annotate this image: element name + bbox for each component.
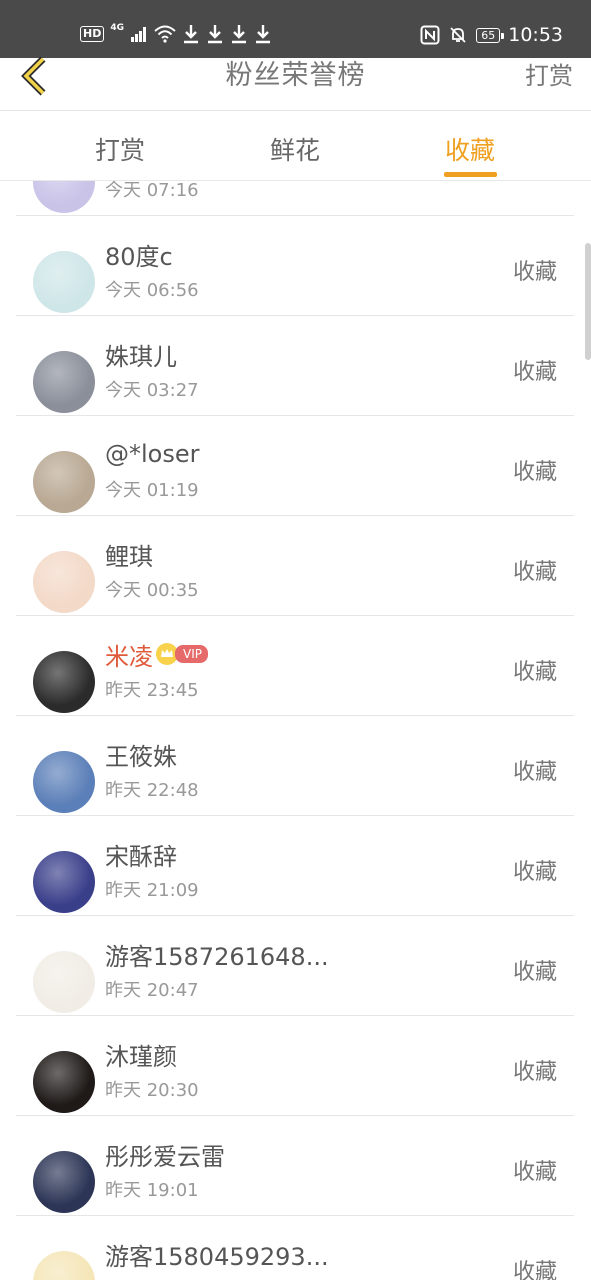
timestamp: 昨天 23:45: [105, 680, 199, 701]
app-header: 粉丝荣誉榜 打赏: [0, 56, 591, 110]
tab-indicator: [444, 172, 497, 177]
name-line: 游客1587261648...: [105, 938, 329, 971]
avatar[interactable]: [33, 651, 95, 713]
status-left: HD 4G: [80, 23, 272, 44]
action-label: 收藏: [512, 1060, 557, 1085]
list-item[interactable]: 今天 07:16: [0, 181, 591, 216]
name-line: 米凌 VIP: [105, 638, 208, 671]
user-name: 姝琪儿: [105, 342, 177, 371]
user-name: 彤彤爱云雷: [105, 1142, 225, 1171]
timestamp: 昨天 18:57: [105, 1276, 199, 1280]
timestamp: 今天 03:27: [105, 380, 199, 401]
timestamp: 昨天 22:48: [105, 780, 199, 801]
tab-reward[interactable]: 打赏: [60, 131, 180, 167]
timestamp: 今天 00:35: [105, 580, 199, 601]
tab-favorites[interactable]: 收藏: [410, 131, 530, 167]
fan-list[interactable]: 今天 07:16 80度c 今天 06:56 收藏 姝琪儿 今天 03:27 收…: [0, 181, 591, 1280]
tab-bar: 打赏 鲜花 收藏: [0, 111, 591, 179]
name-line: 80度c: [105, 238, 173, 271]
avatar[interactable]: [33, 551, 95, 613]
list-item[interactable]: 宋酥辞 昨天 21:09 收藏: [0, 816, 591, 916]
timestamp: 今天 07:16: [105, 181, 199, 201]
list-item[interactable]: 游客1580459293... 昨天 18:57 收藏: [0, 1216, 591, 1280]
page-title: 粉丝荣誉榜: [225, 60, 366, 91]
name-line: 鲤琪: [105, 538, 153, 571]
list-item[interactable]: 姝琪儿 今天 03:27 收藏: [0, 316, 591, 416]
avatar[interactable]: [33, 851, 95, 913]
avatar[interactable]: [33, 351, 95, 413]
clock: 10:53: [508, 24, 563, 46]
download-icon: [208, 25, 222, 44]
mute-bell-icon: [450, 27, 466, 43]
avatar[interactable]: [33, 1051, 95, 1113]
avatar[interactable]: [33, 951, 95, 1013]
action-label: 收藏: [512, 960, 557, 985]
user-name: 游客1587261648...: [105, 942, 329, 971]
download-icon: [232, 25, 246, 44]
avatar[interactable]: [33, 1251, 95, 1280]
fan-list-content: 今天 07:16 80度c 今天 06:56 收藏 姝琪儿 今天 03:27 收…: [0, 181, 591, 1280]
name-line: 游客1580459293...: [105, 1238, 329, 1271]
action-label: 收藏: [512, 1260, 557, 1280]
vip-tag: VIP: [175, 645, 208, 663]
list-item[interactable]: 鲤琪 今天 00:35 收藏: [0, 516, 591, 616]
signal-icon: [131, 27, 146, 42]
tab-flowers[interactable]: 鲜花: [235, 131, 355, 167]
avatar[interactable]: [33, 1151, 95, 1213]
list-item[interactable]: @*loser 今天 01:19 收藏: [0, 416, 591, 516]
action-label: 收藏: [512, 560, 557, 585]
action-label: 收藏: [512, 1160, 557, 1185]
user-name: 游客1580459293...: [105, 1242, 329, 1271]
nfc-icon: [420, 25, 440, 45]
wifi-icon: [154, 25, 176, 43]
hd-badge: HD: [80, 26, 105, 42]
name-line: 彤彤爱云雷: [105, 1138, 225, 1171]
user-name: @*loser: [105, 440, 200, 468]
action-label: 收藏: [512, 260, 557, 285]
timestamp: 昨天 19:01: [105, 1180, 199, 1201]
list-item[interactable]: 王筱姝 昨天 22:48 收藏: [0, 716, 591, 816]
timestamp: 今天 06:56: [105, 280, 199, 301]
timestamp: 昨天 20:30: [105, 1080, 199, 1101]
action-label: 收藏: [512, 360, 557, 385]
reward-button[interactable]: 打赏: [525, 58, 573, 94]
list-item[interactable]: 游客1587261648... 昨天 20:47 收藏: [0, 916, 591, 1016]
action-label: 收藏: [512, 760, 557, 785]
user-name: 王筱姝: [105, 742, 177, 771]
name-line: 沐瑾颜: [105, 1038, 177, 1071]
user-name: 米凌: [105, 642, 153, 671]
timestamp: 昨天 21:09: [105, 880, 199, 901]
user-name: 宋酥辞: [105, 842, 177, 871]
avatar[interactable]: [33, 451, 95, 513]
download-icon: [256, 25, 270, 44]
download-icon: [184, 25, 198, 44]
list-item[interactable]: 沐瑾颜 昨天 20:30 收藏: [0, 1016, 591, 1116]
name-line: 宋酥辞: [105, 838, 177, 871]
list-item[interactable]: 彤彤爱云雷 昨天 19:01 收藏: [0, 1116, 591, 1216]
action-label: 收藏: [512, 660, 557, 685]
battery-icon: 65: [476, 27, 505, 43]
name-line: @*loser: [105, 438, 200, 470]
list-item[interactable]: 80度c 今天 06:56 收藏: [0, 216, 591, 316]
name-line: 姝琪儿: [105, 338, 177, 371]
user-name: 沐瑾颜: [105, 1042, 177, 1071]
network-type: 4G: [110, 23, 124, 33]
scrollbar[interactable]: [585, 243, 591, 360]
action-label: 收藏: [512, 860, 557, 885]
action-label: 收藏: [512, 460, 557, 485]
avatar[interactable]: [33, 181, 95, 213]
user-name: 鲤琪: [105, 542, 153, 571]
name-line: 王筱姝: [105, 738, 177, 771]
avatar[interactable]: [33, 751, 95, 813]
user-name: 80度c: [105, 242, 173, 271]
list-item[interactable]: 米凌 VIP 昨天 23:45 收藏: [0, 616, 591, 716]
timestamp: 今天 01:19: [105, 480, 199, 501]
status-bar: HD 4G 65 10:53: [0, 0, 591, 58]
status-right: 65 10:53: [420, 24, 563, 46]
timestamp: 昨天 20:47: [105, 980, 199, 1001]
avatar[interactable]: [33, 251, 95, 313]
vip-badge: VIP: [155, 642, 208, 666]
